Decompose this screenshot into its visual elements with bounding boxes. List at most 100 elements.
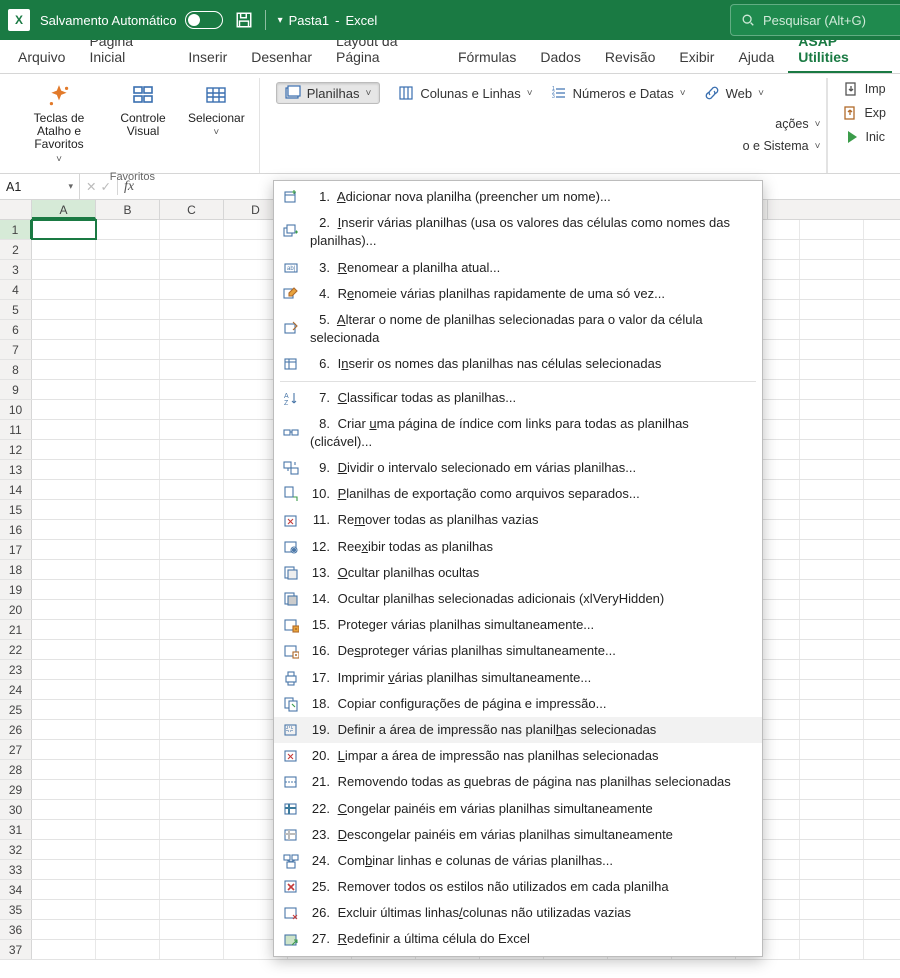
- cell[interactable]: [160, 360, 224, 379]
- cell[interactable]: [32, 840, 96, 859]
- menu-item-10[interactable]: 10. Planilhas de exportação como arquivo…: [274, 481, 762, 507]
- export-button[interactable]: Exp: [842, 102, 886, 124]
- row-header[interactable]: 27: [0, 740, 32, 759]
- cell[interactable]: [96, 580, 160, 599]
- cell[interactable]: [96, 560, 160, 579]
- cell[interactable]: [32, 520, 96, 539]
- row-header[interactable]: 17: [0, 540, 32, 559]
- cell[interactable]: [160, 780, 224, 799]
- menu-item-13[interactable]: 13. Ocultar planilhas ocultas: [274, 560, 762, 586]
- cell[interactable]: [160, 620, 224, 639]
- cell[interactable]: [96, 440, 160, 459]
- start-button[interactable]: Inic: [844, 126, 885, 148]
- row-header[interactable]: 18: [0, 560, 32, 579]
- cell[interactable]: [800, 320, 864, 339]
- cell[interactable]: [96, 620, 160, 639]
- cell[interactable]: [32, 340, 96, 359]
- menu-item-12[interactable]: 12. Reexibir todas as planilhas: [274, 534, 762, 560]
- menu-item-26[interactable]: 26. Excluir últimas linhas/colunas não u…: [274, 900, 762, 926]
- cell[interactable]: [96, 680, 160, 699]
- row-header[interactable]: 20: [0, 600, 32, 619]
- tab-arquivo[interactable]: Arquivo: [8, 43, 75, 73]
- cell[interactable]: [800, 420, 864, 439]
- cell[interactable]: [96, 880, 160, 899]
- cell[interactable]: [160, 280, 224, 299]
- cell[interactable]: [160, 700, 224, 719]
- cell[interactable]: [32, 320, 96, 339]
- shortcuts-favorites-button[interactable]: Teclas de Atalho e Favoritos ˅: [14, 78, 104, 169]
- cell[interactable]: [32, 440, 96, 459]
- cell[interactable]: [96, 840, 160, 859]
- cell[interactable]: [96, 600, 160, 619]
- tab-revis-o[interactable]: Revisão: [595, 43, 666, 73]
- menu-item-3[interactable]: ab|3. Renomear a planilha atual...: [274, 255, 762, 281]
- cell[interactable]: [160, 860, 224, 879]
- cell[interactable]: [96, 240, 160, 259]
- cell[interactable]: [160, 440, 224, 459]
- cell[interactable]: [800, 840, 864, 859]
- cell[interactable]: [160, 660, 224, 679]
- row-header[interactable]: 6: [0, 320, 32, 339]
- cell[interactable]: [32, 580, 96, 599]
- cell[interactable]: [800, 260, 864, 279]
- row-header[interactable]: 37: [0, 940, 32, 959]
- menu-item-22[interactable]: 22. Congelar painéis em várias planilhas…: [274, 796, 762, 822]
- visual-control-button[interactable]: Controle Visual: [110, 78, 176, 169]
- cell[interactable]: [800, 520, 864, 539]
- cell[interactable]: [800, 940, 864, 959]
- cell[interactable]: [160, 840, 224, 859]
- row-header[interactable]: 14: [0, 480, 32, 499]
- cell[interactable]: [32, 260, 96, 279]
- row-header[interactable]: 15: [0, 500, 32, 519]
- row-header[interactable]: 36: [0, 920, 32, 939]
- cell[interactable]: [96, 300, 160, 319]
- cell[interactable]: [800, 700, 864, 719]
- cell[interactable]: [160, 580, 224, 599]
- cell[interactable]: [160, 640, 224, 659]
- truncated-link-sistema[interactable]: o e Sistema ˅: [743, 136, 821, 156]
- cell[interactable]: [32, 880, 96, 899]
- cell[interactable]: [800, 620, 864, 639]
- cell[interactable]: [32, 280, 96, 299]
- cell[interactable]: [800, 760, 864, 779]
- cell[interactable]: [160, 340, 224, 359]
- menu-item-6[interactable]: 6. Inserir os nomes das planilhas nas cé…: [274, 351, 762, 377]
- cell[interactable]: [96, 780, 160, 799]
- row-header[interactable]: 22: [0, 640, 32, 659]
- row-header[interactable]: 35: [0, 900, 32, 919]
- cell[interactable]: [160, 520, 224, 539]
- row-header[interactable]: 28: [0, 760, 32, 779]
- menu-item-21[interactable]: 21. Removendo todas as quebras de página…: [274, 769, 762, 795]
- cell[interactable]: [32, 680, 96, 699]
- cell[interactable]: [160, 760, 224, 779]
- cell[interactable]: [96, 940, 160, 959]
- cell[interactable]: [800, 340, 864, 359]
- cell[interactable]: [96, 520, 160, 539]
- menu-item-16[interactable]: 16. Desproteger várias planilhas simulta…: [274, 638, 762, 664]
- cell[interactable]: [96, 540, 160, 559]
- cell[interactable]: [160, 240, 224, 259]
- cell[interactable]: [800, 440, 864, 459]
- columns-rows-menu-button[interactable]: Colunas e Linhas ˅: [398, 82, 532, 104]
- cell[interactable]: [800, 360, 864, 379]
- cell[interactable]: [800, 680, 864, 699]
- cell[interactable]: [800, 720, 864, 739]
- document-title[interactable]: ▾ Pasta1 - Excel: [278, 13, 378, 28]
- row-header[interactable]: 31: [0, 820, 32, 839]
- row-header[interactable]: 9: [0, 380, 32, 399]
- cell[interactable]: [96, 420, 160, 439]
- cell[interactable]: [160, 880, 224, 899]
- column-header[interactable]: C: [160, 200, 224, 219]
- cancel-icon[interactable]: ✕: [86, 179, 96, 194]
- cell[interactable]: [32, 800, 96, 819]
- row-header[interactable]: 32: [0, 840, 32, 859]
- row-header[interactable]: 25: [0, 700, 32, 719]
- menu-item-4[interactable]: 4. Renomeie várias planilhas rapidamente…: [274, 281, 762, 307]
- cell[interactable]: [800, 860, 864, 879]
- cell[interactable]: [96, 280, 160, 299]
- cell[interactable]: [160, 540, 224, 559]
- cell[interactable]: [96, 660, 160, 679]
- cell[interactable]: [32, 220, 96, 239]
- cell[interactable]: [800, 660, 864, 679]
- tab-ajuda[interactable]: Ajuda: [728, 43, 784, 73]
